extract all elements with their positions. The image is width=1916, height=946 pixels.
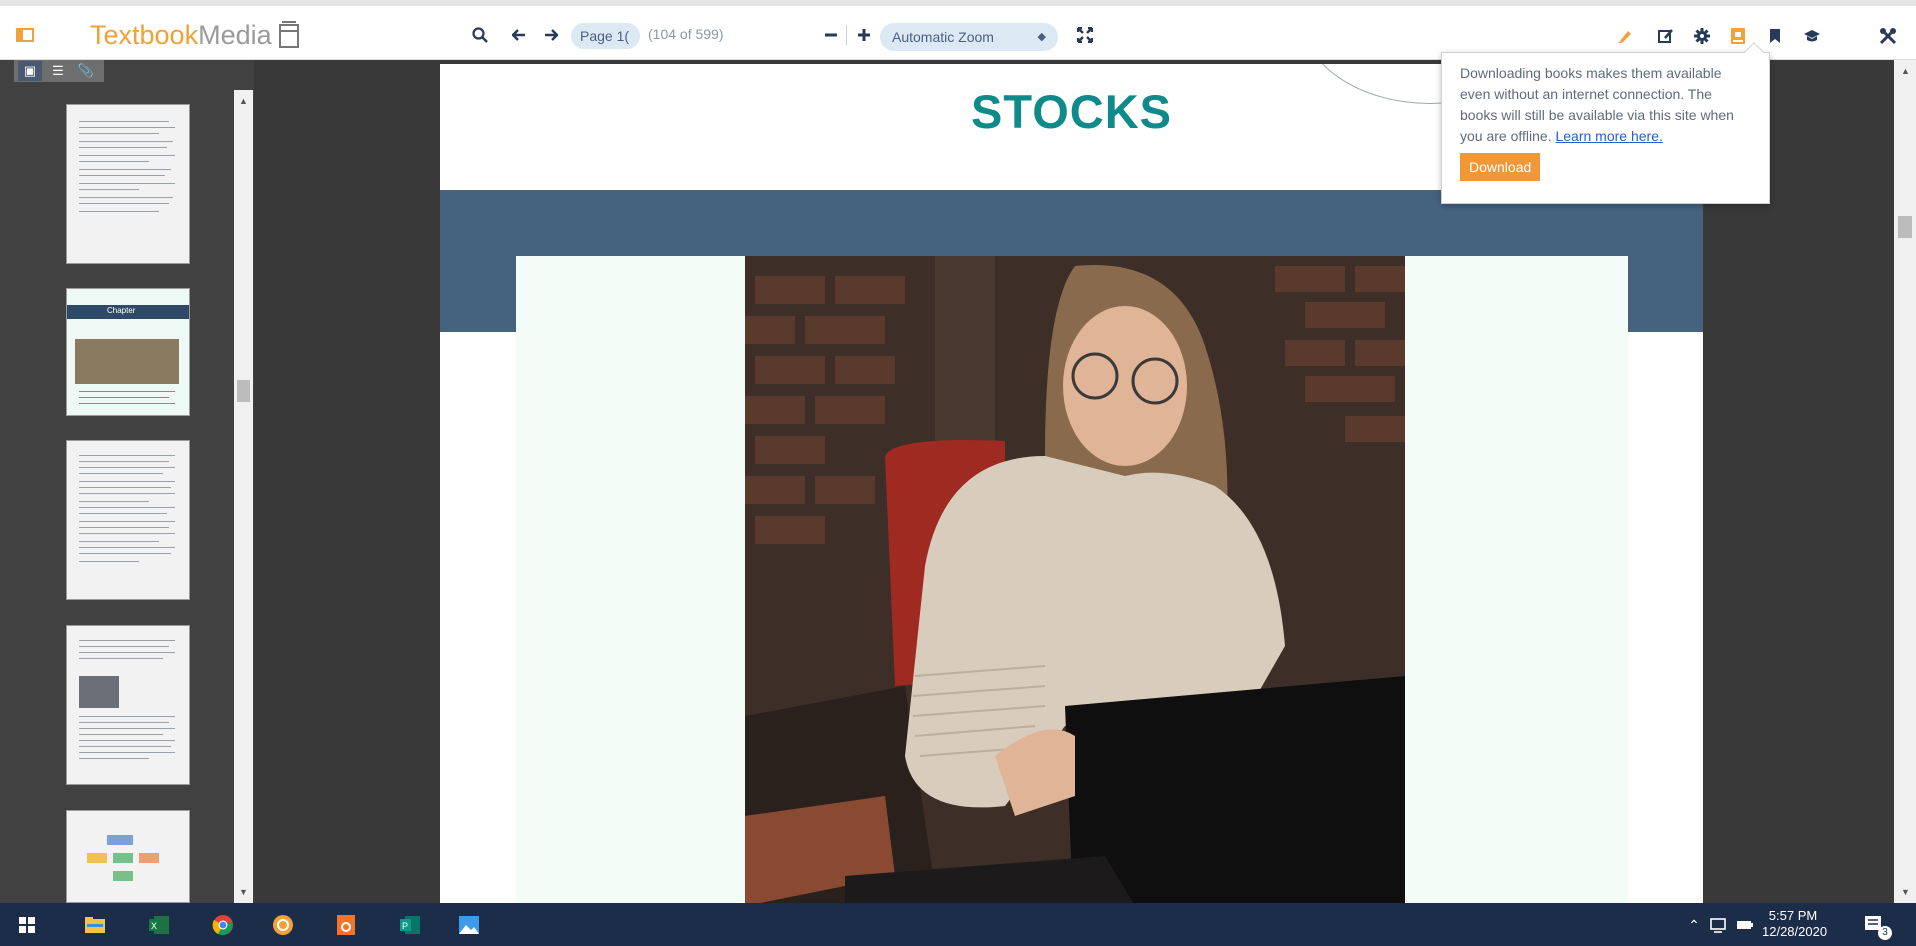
network-icon: [1710, 918, 1726, 933]
brand-logo: Textbook Media: [90, 20, 300, 50]
page-thumbnail[interactable]: [66, 104, 190, 264]
app-window: Textbook Media Page 1( (104 of 599) Autom…: [0, 0, 1916, 946]
show-hidden-icons-button[interactable]: ⌃: [1684, 912, 1704, 938]
photos-taskbar-button[interactable]: [456, 912, 482, 938]
zoom-out-button[interactable]: [819, 23, 843, 47]
scroll-down-icon[interactable]: ▼: [239, 887, 248, 897]
page-thumbnail[interactable]: Chapter: [66, 288, 190, 416]
settings-button[interactable]: [1690, 24, 1714, 48]
tab-thumbnails[interactable]: ▣: [18, 61, 42, 81]
chevron-updown-icon: ◆: [1037, 31, 1046, 43]
scrollbar-thumb[interactable]: [237, 380, 250, 402]
top-toolbar: Textbook Media Page 1( (104 of 599) Autom…: [0, 0, 1916, 60]
tab-outline[interactable]: ☰: [46, 61, 70, 81]
zoom-select[interactable]: Automatic Zoom ◆: [880, 23, 1058, 51]
notification-center-button[interactable]: 3: [1860, 912, 1892, 940]
edit-note-icon: [1658, 29, 1673, 43]
sidebar-tabs: ▣ ☰ 📎: [14, 60, 104, 82]
page-number-input[interactable]: Page 1(: [571, 23, 640, 49]
tools-button[interactable]: [1876, 24, 1900, 48]
woman-with-laptop-photo: [745, 256, 1405, 903]
study-button[interactable]: [1800, 24, 1824, 48]
thumbnail-chapter-label: Chapter: [107, 306, 136, 315]
battery-icon: [1737, 921, 1753, 929]
publisher-taskbar-button[interactable]: P: [397, 912, 423, 938]
chrome-taskbar-button[interactable]: [210, 912, 236, 938]
settings-gear-icon: [1694, 28, 1710, 44]
toolbar-divider: [846, 25, 847, 45]
download-book-icon: [1731, 28, 1745, 44]
next-page-button[interactable]: [539, 23, 563, 47]
windows-start-icon: [19, 917, 35, 933]
thumbnail-scrollbar[interactable]: ▲ ▼: [234, 90, 253, 903]
svg-text:X: X: [151, 921, 157, 931]
system-clock[interactable]: 5:57 PM 12/28/2020: [1762, 908, 1828, 940]
brand-text-part1: Textbook: [90, 19, 199, 50]
clock-time: 5:57 PM: [1768, 908, 1818, 923]
publisher-icon: P: [400, 916, 420, 934]
arrow-right-icon: [545, 29, 558, 41]
page-count-label: (104 of 599): [648, 26, 724, 42]
notification-count-badge: 3: [1878, 926, 1892, 940]
battery-tray-button[interactable]: [1734, 912, 1756, 938]
list-icon: ☰: [52, 63, 64, 78]
zoom-select-value: Automatic Zoom: [892, 29, 994, 45]
thumbnails-icon: ▣: [23, 63, 37, 78]
file-explorer-icon: [85, 917, 105, 933]
graduation-cap-icon: [1804, 30, 1820, 42]
scroll-up-icon[interactable]: ▲: [239, 96, 248, 106]
clock-date: 12/28/2020: [1762, 924, 1828, 939]
scrollbar-thumb[interactable]: [1898, 216, 1912, 238]
download-popup-text: Downloading books makes them available e…: [1460, 63, 1751, 147]
svg-text:P: P: [402, 921, 408, 931]
download-button[interactable]: Download: [1460, 153, 1541, 181]
highlighter-icon: [1618, 31, 1631, 43]
learn-more-link[interactable]: Learn more here.: [1555, 128, 1662, 144]
book-logo-icon: [278, 21, 299, 48]
download-popup: Downloading books makes them available e…: [1441, 42, 1770, 204]
page-thumbnail[interactable]: [66, 625, 190, 785]
zoom-in-icon: [858, 29, 870, 41]
orange-app-taskbar-button[interactable]: [270, 912, 296, 938]
thumbnail-sidebar: ▣ ☰ 📎 Chapter ▲ ▼: [0, 60, 254, 903]
viewer-scrollbar[interactable]: ▲ ▼: [1894, 60, 1916, 903]
previous-page-button[interactable]: [507, 23, 531, 47]
chrome-icon: [212, 915, 233, 936]
start-button[interactable]: [14, 912, 40, 938]
office-lens-taskbar-button[interactable]: [333, 912, 359, 938]
fullscreen-icon: [1077, 27, 1093, 43]
zoom-in-button[interactable]: [852, 23, 876, 47]
scroll-down-icon[interactable]: ▼: [1901, 887, 1910, 897]
bookmark-icon: [1770, 29, 1780, 43]
download-book-button[interactable]: [1726, 24, 1750, 48]
page-thumbnail[interactable]: [66, 810, 190, 903]
chevron-up-icon: ⌃: [1688, 916, 1700, 933]
office-lens-icon: [337, 915, 355, 935]
bookmark-button[interactable]: [1763, 24, 1787, 48]
windows-taskbar: X P ⌃ 5:57 PM 12/28/2020 3: [0, 903, 1916, 946]
search-icon: [472, 27, 488, 43]
fullscreen-button[interactable]: [1073, 23, 1097, 47]
excel-icon: X: [149, 916, 169, 934]
sidebar-toggle-button[interactable]: [12, 24, 38, 46]
excel-taskbar-button[interactable]: X: [146, 912, 172, 938]
tools-icon: [1879, 28, 1897, 45]
tab-attachments[interactable]: 📎: [74, 61, 98, 81]
search-button[interactable]: [468, 23, 492, 47]
photos-icon: [459, 916, 479, 934]
file-explorer-taskbar-button[interactable]: [82, 912, 108, 938]
orange-app-icon: [273, 915, 293, 935]
network-tray-button[interactable]: [1708, 912, 1730, 938]
sidebar-toggle-icon: [16, 28, 34, 42]
scroll-up-icon[interactable]: ▲: [1901, 66, 1910, 76]
page-thumbnail[interactable]: [66, 440, 190, 600]
paperclip-icon: 📎: [77, 63, 95, 78]
brand-text-part2: Media: [198, 19, 272, 50]
notes-button[interactable]: [1654, 24, 1678, 48]
highlight-button[interactable]: [1613, 24, 1637, 48]
arrow-left-icon: [512, 29, 525, 41]
zoom-out-icon: [825, 33, 837, 37]
